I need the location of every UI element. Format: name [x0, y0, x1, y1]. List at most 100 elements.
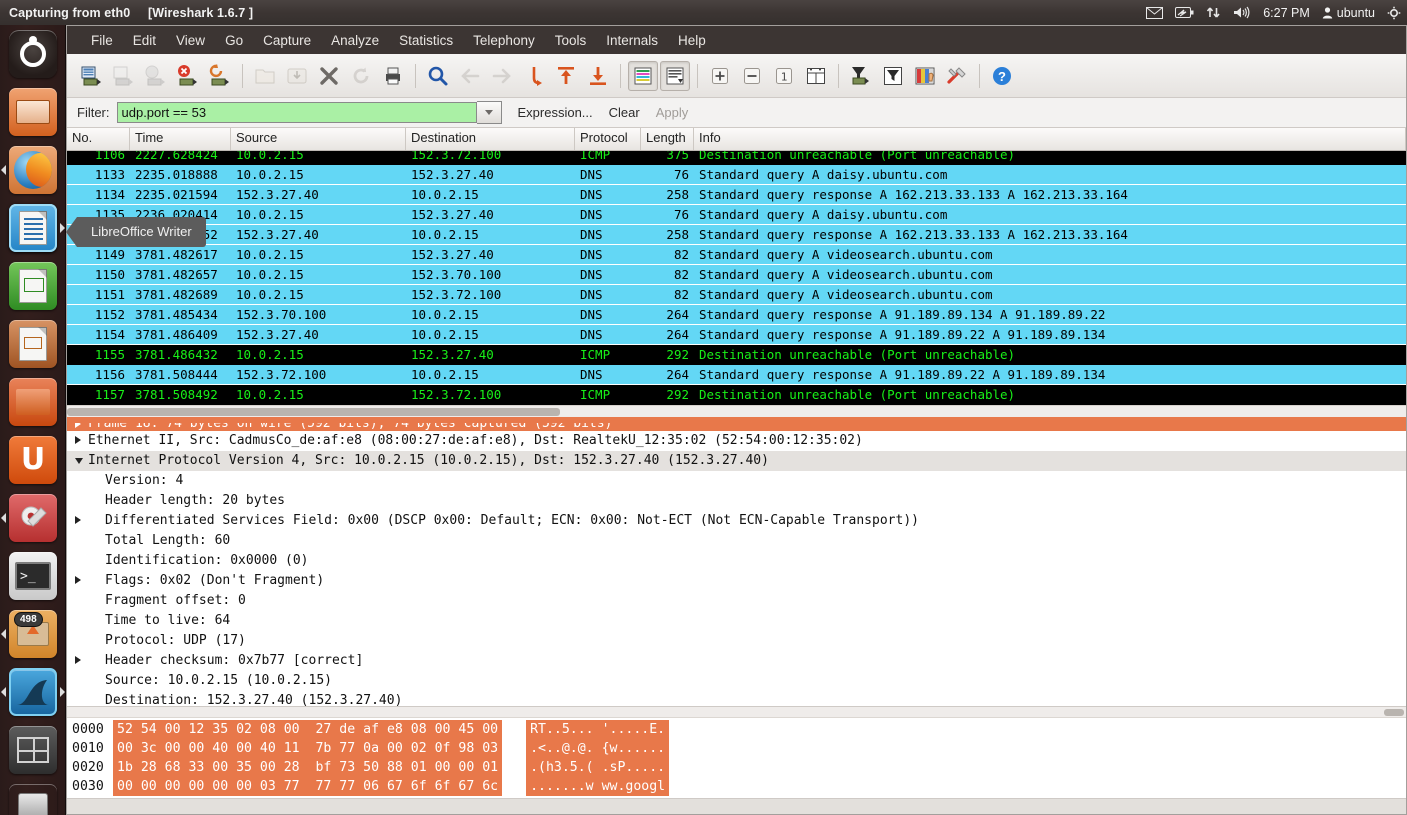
coloring-rules-button[interactable]: [910, 61, 940, 91]
detail-tree-row[interactable]: Fragment offset: 0: [67, 591, 1406, 611]
column-header-length[interactable]: Length: [641, 128, 694, 150]
mail-icon[interactable]: [1146, 6, 1164, 19]
packet-list-row[interactable]: 1136 2236.023052 152.3.27.40 10.0.2.15 DNS 25…: [67, 225, 1406, 245]
detail-tree-row[interactable]: Differentiated Services Field: 0x00 (DSC…: [67, 511, 1406, 531]
column-header-time[interactable]: Time: [130, 128, 231, 150]
packet-list-row[interactable]: 1155 3781.486432 10.0.2.15 152.3.27.40 ICMP 2…: [67, 345, 1406, 365]
launcher-item-libreoffice-calc[interactable]: [0, 257, 66, 315]
menu-statistics[interactable]: Statistics: [389, 30, 463, 51]
interfaces-list-button[interactable]: [77, 61, 107, 91]
detail-tree-row[interactable]: Version: 4: [67, 471, 1406, 491]
colorize-packet-list-button[interactable]: [628, 60, 658, 91]
detail-tree-row[interactable]: Flags: 0x02 (Don't Fragment): [67, 571, 1406, 591]
menu-help[interactable]: Help: [668, 30, 716, 51]
reload-file-button[interactable]: [346, 61, 376, 91]
help-contents-button[interactable]: ?: [987, 61, 1017, 91]
save-file-button[interactable]: [282, 61, 312, 91]
launcher-item-files[interactable]: [0, 83, 66, 141]
filter-expression-button[interactable]: Expression...: [518, 105, 593, 120]
packet-detail-pane[interactable]: Frame 18: 74 bytes on wire (592 bits), 7…: [67, 423, 1406, 706]
close-file-button[interactable]: [314, 61, 344, 91]
start-capture-button[interactable]: [141, 61, 171, 91]
go-to-packet-button[interactable]: [519, 61, 549, 91]
detail-tree-row[interactable]: Time to live: 64: [67, 611, 1406, 631]
launcher-item-libreoffice-impress[interactable]: [0, 315, 66, 373]
bytes-horizontal-scrollbar[interactable]: [67, 707, 1406, 718]
detail-tree-row[interactable]: Header length: 20 bytes: [67, 491, 1406, 511]
launcher-item-ubuntu-one[interactable]: U: [0, 431, 66, 489]
detail-tree-row[interactable]: Internet Protocol Version 4, Src: 10.0.2…: [67, 451, 1406, 471]
detail-tree-row[interactable]: Frame 18: 74 bytes on wire (592 bits), 7…: [67, 423, 1406, 431]
menu-go[interactable]: Go: [215, 30, 253, 51]
launcher-item-workspace-switcher[interactable]: [0, 721, 66, 779]
detail-tree-row[interactable]: Protocol: UDP (17): [67, 631, 1406, 651]
capture-options-button[interactable]: [109, 61, 139, 91]
detail-tree-row[interactable]: Destination: 152.3.27.40 (152.3.27.40): [67, 691, 1406, 706]
launcher-item-update-manager[interactable]: 498: [0, 605, 66, 663]
hex-dump-row[interactable]: 0010 00 3c 00 00 40 00 40 11 7b 77 0a 00 …: [69, 739, 1406, 758]
launcher-item-wireshark[interactable]: [0, 663, 66, 721]
print-button[interactable]: [378, 61, 408, 91]
triangle-down-icon[interactable]: [75, 451, 88, 471]
packet-list-row[interactable]: 1151 3781.482689 10.0.2.15 152.3.72.100 DNS 8…: [67, 285, 1406, 305]
packet-bytes-pane[interactable]: 0000 52 54 00 12 35 02 08 00 27 de af e8 …: [67, 706, 1406, 798]
session-gear-icon[interactable]: [1387, 6, 1401, 20]
launcher-item-libreoffice-writer[interactable]: [0, 199, 66, 257]
packet-list-row[interactable]: 1135 2236.020414 10.0.2.15 152.3.27.40 DNS 76…: [67, 205, 1406, 225]
menu-capture[interactable]: Capture: [253, 30, 321, 51]
battery-icon[interactable]: [1175, 7, 1194, 18]
panel-clock[interactable]: 6:27 PM: [1263, 6, 1310, 20]
packet-list-row[interactable]: 1149 3781.482617 10.0.2.15 152.3.27.40 DNS 82…: [67, 245, 1406, 265]
display-filter-input[interactable]: [116, 102, 477, 123]
go-forward-button[interactable]: [487, 61, 517, 91]
zoom-out-button[interactable]: [737, 61, 767, 91]
preferences-button[interactable]: [942, 61, 972, 91]
menu-analyze[interactable]: Analyze: [321, 30, 389, 51]
detail-tree-row[interactable]: Header checksum: 0x7b77 [correct]: [67, 651, 1406, 671]
zoom-reset-button[interactable]: 1: [769, 61, 799, 91]
resize-columns-button[interactable]: [801, 61, 831, 91]
packet-list-row[interactable]: 1133 2235.018888 10.0.2.15 152.3.27.40 DNS 76…: [67, 165, 1406, 185]
launcher-item-ubuntu-software-center[interactable]: [0, 373, 66, 431]
column-header-protocol[interactable]: Protocol: [575, 128, 641, 150]
launcher-item-firefox[interactable]: [0, 141, 66, 199]
filter-clear-button[interactable]: Clear: [609, 105, 640, 120]
go-to-last-packet-button[interactable]: [583, 61, 613, 91]
filter-history-dropdown[interactable]: [476, 101, 502, 124]
network-updown-icon[interactable]: [1206, 6, 1221, 19]
packet-list-row[interactable]: 1106 2227.628424 10.0.2.15 152.3.72.100 ICMP…: [67, 151, 1406, 165]
menu-view[interactable]: View: [166, 30, 215, 51]
triangle-right-icon[interactable]: [75, 651, 88, 671]
scrollbar-thumb[interactable]: [1384, 709, 1404, 716]
hex-dump-row[interactable]: 0000 52 54 00 12 35 02 08 00 27 de af e8 …: [69, 720, 1406, 739]
capture-filters-button[interactable]: [846, 61, 876, 91]
triangle-right-icon[interactable]: [75, 511, 88, 531]
find-packet-button[interactable]: [423, 61, 453, 91]
packet-list-row[interactable]: 1157 3781.508492 10.0.2.15 152.3.72.100 ICMP…: [67, 385, 1406, 405]
zoom-in-button[interactable]: [705, 61, 735, 91]
volume-icon[interactable]: [1233, 6, 1251, 19]
triangle-right-icon[interactable]: [75, 571, 88, 591]
column-header-destination[interactable]: Destination: [406, 128, 575, 150]
detail-tree-row[interactable]: Source: 10.0.2.15 (10.0.2.15): [67, 671, 1406, 691]
triangle-right-icon[interactable]: [75, 423, 88, 428]
launcher-item-dash-home[interactable]: [0, 25, 66, 83]
triangle-right-icon[interactable]: [75, 431, 88, 451]
open-file-button[interactable]: [250, 61, 280, 91]
hex-dump-row[interactable]: 0030 00 00 00 00 00 00 03 77 77 77 06 67 …: [69, 777, 1406, 796]
column-header-no[interactable]: No.: [67, 128, 130, 150]
column-header-info[interactable]: Info: [694, 128, 1406, 150]
go-to-first-packet-button[interactable]: [551, 61, 581, 91]
scrollbar-thumb[interactable]: [67, 408, 560, 416]
packet-list-row[interactable]: 1156 3781.508444 152.3.72.100 10.0.2.15 DNS 2…: [67, 365, 1406, 385]
auto-scroll-live-capture-button[interactable]: [660, 60, 690, 91]
filter-apply-button[interactable]: Apply: [656, 105, 689, 120]
detail-tree-row[interactable]: Identification: 0x0000 (0): [67, 551, 1406, 571]
detail-tree-row[interactable]: Ethernet II, Src: CadmusCo_de:af:e8 (08:…: [67, 431, 1406, 451]
menu-file[interactable]: File: [81, 30, 123, 51]
hex-dump-row[interactable]: 0020 1b 28 68 33 00 35 00 28 bf 73 50 88 …: [69, 758, 1406, 777]
packet-list-row[interactable]: 1134 2235.021594 152.3.27.40 10.0.2.15 DNS 25…: [67, 185, 1406, 205]
menu-internals[interactable]: Internals: [596, 30, 668, 51]
packet-list-row[interactable]: 1154 3781.486409 152.3.27.40 10.0.2.15 DNS 26…: [67, 325, 1406, 345]
go-back-button[interactable]: [455, 61, 485, 91]
